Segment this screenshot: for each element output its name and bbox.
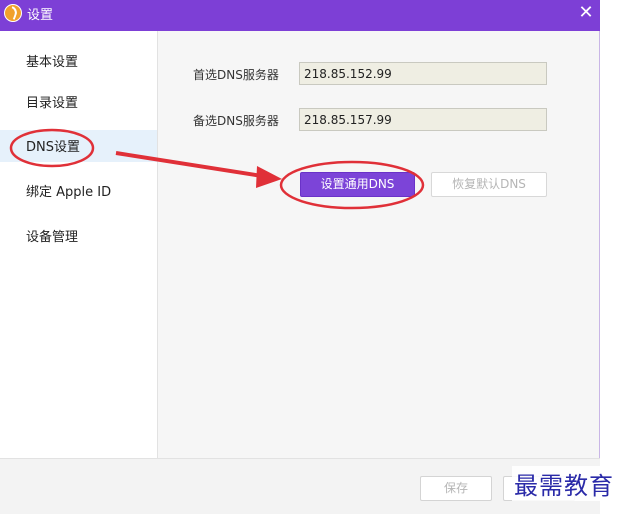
annotation-arrow-shaft xyxy=(115,151,263,178)
annotation-circle-sidebar xyxy=(9,128,95,168)
annotation-overlay xyxy=(9,128,425,210)
watermark: 最需教育 xyxy=(512,466,616,501)
annotation-arrow-head xyxy=(256,166,282,188)
annotation-circle-button xyxy=(279,160,425,210)
